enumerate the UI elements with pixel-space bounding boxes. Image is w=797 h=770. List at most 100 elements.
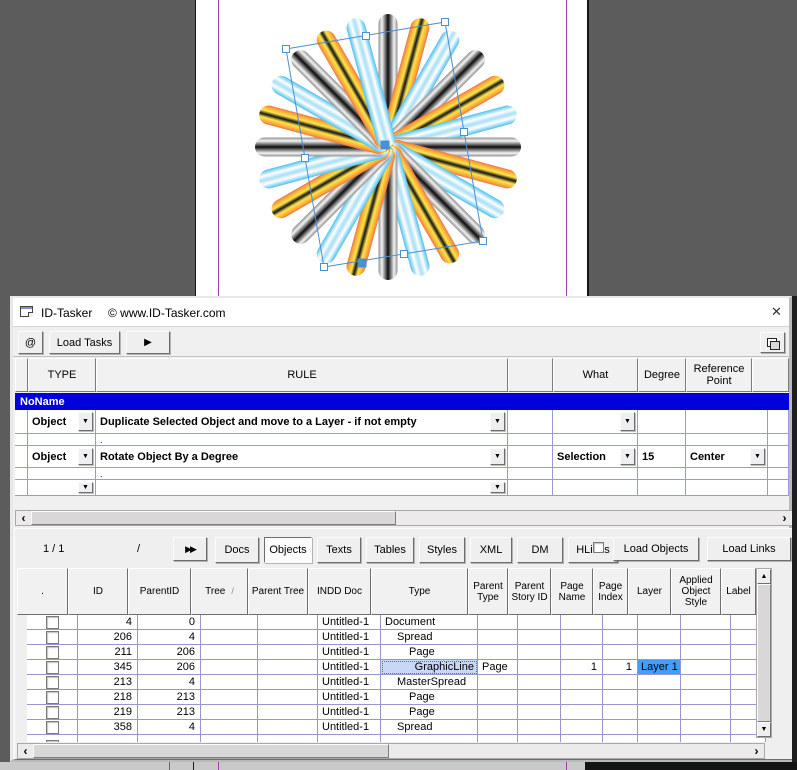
close-button[interactable]: ✕ <box>771 304 782 320</box>
subrow-dot: . <box>96 434 508 446</box>
col-parentid[interactable]: ParentID <box>128 568 191 615</box>
rule-header-what[interactable]: What <box>553 358 638 392</box>
rule-combo[interactable]: Duplicate Selected Object and move to a … <box>96 410 508 434</box>
tab-texts[interactable]: Texts <box>317 537 361 563</box>
grid-vscrollbar[interactable]: ▲ ▼ <box>756 568 772 738</box>
rule-row-empty: ▼ ▼ <box>15 480 789 496</box>
table-row: 211 206 Untitled-1 Page <box>27 645 766 660</box>
row-checkbox[interactable] <box>45 690 59 704</box>
dropdown-arrow-icon[interactable]: ▼ <box>78 482 93 493</box>
window-title-suffix: © www.ID-Tasker.com <box>108 306 226 320</box>
dropdown-arrow-icon[interactable]: ▼ <box>490 448 505 465</box>
reference-point-combo[interactable] <box>686 410 768 434</box>
scrollbar-thumb[interactable] <box>757 584 771 722</box>
col-type[interactable]: Type <box>371 568 468 615</box>
row-checkbox[interactable] <box>45 739 59 742</box>
run-button[interactable]: ▶ <box>126 331 170 354</box>
degree-cell[interactable]: 15 <box>638 446 686 468</box>
indesign-canvas[interactable] <box>0 0 797 296</box>
dropdown-arrow-icon[interactable]: ▼ <box>620 412 635 431</box>
grid-hscrollbar[interactable]: ‹ › <box>17 743 765 759</box>
scrollbar-thumb[interactable] <box>31 511 396 525</box>
dropdown-arrow-icon[interactable]: ▼ <box>750 448 765 465</box>
what-combo[interactable]: ▼ <box>553 410 638 434</box>
row-checkbox[interactable] <box>45 720 59 734</box>
col-parent-type[interactable]: Parent Type <box>468 568 508 615</box>
rule-subrow: . <box>15 468 789 480</box>
row-checkbox[interactable] <box>45 705 59 719</box>
rule-header-rule[interactable]: RULE <box>96 358 508 392</box>
row-checkbox[interactable] <box>45 675 59 689</box>
rule-header-blank2 <box>508 358 553 392</box>
rule-header-type[interactable]: TYPE <box>28 358 96 392</box>
rule-header-degree[interactable]: Degree <box>638 358 686 392</box>
col-id[interactable]: ID <box>68 568 128 615</box>
scroll-right-icon[interactable]: › <box>778 511 791 525</box>
load-objects-checkbox[interactable] <box>593 542 604 553</box>
scroll-up-icon[interactable]: ▲ <box>757 569 771 584</box>
degree-cell[interactable] <box>638 410 686 434</box>
dropdown-arrow-icon[interactable]: ▼ <box>78 412 93 431</box>
type-combo[interactable]: ▼ <box>28 480 96 496</box>
col-page-name[interactable]: Page Name <box>551 568 593 615</box>
document-page <box>195 0 589 296</box>
scroll-left-icon[interactable]: ‹ <box>19 744 32 758</box>
subrow-dot: . <box>96 468 508 480</box>
at-button[interactable]: @ <box>18 331 43 354</box>
table-row: 218 213 Untitled-1 Page <box>27 690 766 705</box>
row-checkbox[interactable] <box>45 645 59 659</box>
tab-dm[interactable]: DM <box>517 537 563 563</box>
fast-forward-button[interactable]: ▶▶ <box>173 537 207 561</box>
task-group-row[interactable]: NoName <box>15 393 789 410</box>
type-combo[interactable]: Object ▼ <box>28 446 96 468</box>
rule-header-blank1 <box>15 358 28 392</box>
dropdown-arrow-icon[interactable]: ▼ <box>620 448 635 465</box>
scroll-left-icon[interactable]: ‹ <box>17 511 30 525</box>
rule-header-reference-point[interactable]: Reference Point <box>686 358 752 392</box>
tab-docs[interactable]: Docs <box>215 537 259 563</box>
col-parent-tree[interactable]: Parent Tree <box>248 568 308 615</box>
tab-objects[interactable]: Objects <box>264 537 312 563</box>
row-checkbox[interactable] <box>45 630 59 644</box>
selected-type-cell[interactable]: GraphicLine <box>381 660 478 675</box>
rule-hscrollbar[interactable]: ‹ › <box>15 510 793 526</box>
reference-point-combo[interactable]: Center ▼ <box>686 446 768 468</box>
what-combo[interactable]: Selection ▼ <box>553 446 638 468</box>
tab-tables[interactable]: Tables <box>366 537 414 563</box>
row-checkbox[interactable] <box>45 660 59 674</box>
row-checkbox[interactable] <box>45 615 59 629</box>
col-indd-doc[interactable]: INDD Doc <box>308 568 371 615</box>
data-grid-header: . ID ParentID Tree / Parent Tree INDD Do… <box>17 568 756 615</box>
load-links-button[interactable]: Load Links <box>707 537 791 561</box>
load-objects-button[interactable]: Load Objects <box>613 537 699 561</box>
type-combo[interactable]: Object ▼ <box>28 410 96 434</box>
tab-styles[interactable]: Styles <box>419 537 465 563</box>
table-row: 4 0 Untitled-1 Document <box>27 615 766 630</box>
col-label[interactable]: Label <box>721 568 756 615</box>
dropdown-arrow-icon[interactable]: ▼ <box>490 412 505 431</box>
col-layer[interactable]: Layer <box>628 568 671 615</box>
col-tree[interactable]: Tree / <box>191 568 248 615</box>
table-row-partial <box>27 735 766 742</box>
tab-xml[interactable]: XML <box>470 537 512 563</box>
dark-backdrop <box>585 762 797 770</box>
dropdown-arrow-icon[interactable]: ▼ <box>78 448 93 465</box>
scrollbar-thumb[interactable] <box>33 744 389 758</box>
rule-combo[interactable]: Rotate Object By a Degree ▼ <box>96 446 508 468</box>
cascade-button[interactable] <box>760 332 785 353</box>
left-edge-backdrop <box>0 296 10 770</box>
col-check[interactable]: . <box>17 568 68 615</box>
scroll-right-icon[interactable]: › <box>750 744 763 758</box>
scroll-down-icon[interactable]: ▼ <box>757 722 771 737</box>
col-page-index[interactable]: Page Index <box>593 568 628 615</box>
dropdown-arrow-icon[interactable]: ▼ <box>490 482 505 493</box>
rule-combo[interactable]: ▼ <box>96 480 508 496</box>
title-bar[interactable]: ID-Tasker © www.ID-Tasker.com ✕ <box>13 298 789 327</box>
col-parent-story-id[interactable]: Parent Story ID <box>508 568 551 615</box>
table-row-selected: 345 206 Untitled-1 GraphicLine Page 1 1 … <box>27 660 766 675</box>
col-applied-object-style[interactable]: Applied Object Style <box>671 568 721 615</box>
table-row: 206 4 Untitled-1 Spread <box>27 630 766 645</box>
load-tasks-button[interactable]: Load Tasks <box>49 331 120 354</box>
layer-highlight[interactable]: Layer 1 <box>638 660 680 674</box>
toolbar: @ Load Tasks ▶ <box>13 328 789 357</box>
